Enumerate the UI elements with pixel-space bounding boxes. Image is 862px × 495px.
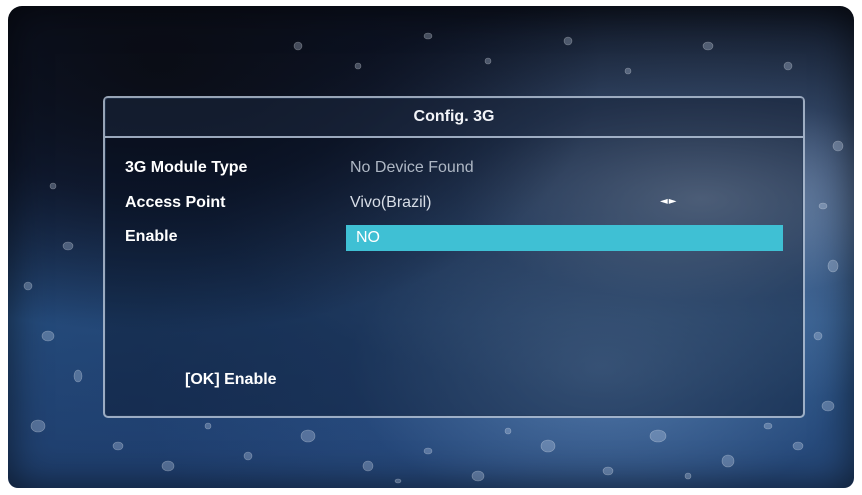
row-value: No Device Found	[350, 159, 474, 176]
tv-screen: Config. 3G 3G Module Type No Device Foun…	[8, 6, 854, 488]
row-value: Vivo(Brazil)	[350, 194, 432, 211]
selected-value-highlight[interactable]: NO	[346, 225, 783, 251]
row-enable[interactable]: Enable NO	[105, 225, 803, 251]
row-access-point[interactable]: Access Point Vivo(Brazil) ◄►	[105, 191, 803, 217]
row-label: 3G Module Type	[125, 159, 248, 176]
row-label: Enable	[125, 228, 178, 245]
row-value: NO	[356, 229, 380, 246]
dialog-title: Config. 3G	[105, 98, 803, 138]
left-right-arrows-icon[interactable]: ◄►	[660, 196, 677, 207]
config-3g-dialog: Config. 3G 3G Module Type No Device Foun…	[103, 96, 805, 418]
row-label: Access Point	[125, 194, 226, 211]
ok-enable-hint: [OK] Enable	[185, 371, 277, 388]
row-3g-module-type[interactable]: 3G Module Type No Device Found	[105, 156, 803, 182]
